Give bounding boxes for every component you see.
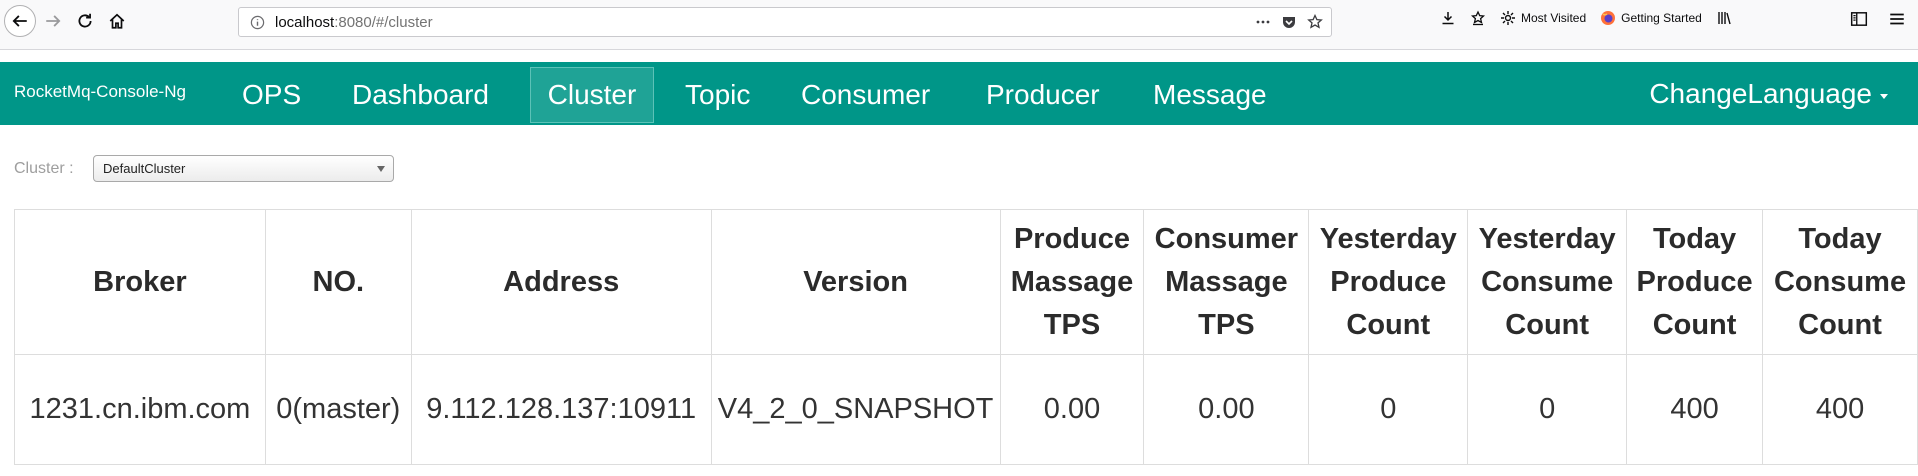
more-actions-icon[interactable] [1255,14,1271,30]
column-header-broker: Broker [14,209,266,355]
url-actions [1255,14,1323,30]
cluster-select-value: DefaultCluster [103,161,186,176]
cell-version: V4_2_0_SNAPSHOT [710,354,1001,465]
gear-icon [1501,11,1515,25]
column-header-line: Produce [1636,265,1753,298]
nav-ops[interactable]: OPS [228,67,315,123]
url-bar[interactable]: localhost:8080/#/cluster [238,7,1332,37]
column-header-no: NO. [264,209,412,355]
column-header-line: Massage [1165,265,1288,298]
url-path: :8080/#/cluster [334,13,433,31]
chevron-down-icon [377,166,385,172]
nav-cluster[interactable]: Cluster [530,67,654,123]
column-header-produce-massage-tps: Produce Massage TPS [999,209,1145,355]
column-header-version: Version [710,209,1001,355]
nav-topic[interactable]: Topic [671,67,764,123]
bookmark-getting-started[interactable]: Getting Started [1600,10,1702,26]
home-icon [109,13,125,29]
column-header-yesterday-consume-count: Yesterday Consume Count [1467,209,1628,355]
column-header-line: Yesterday [1478,222,1616,255]
cell-produce-massage-tps: 0.00 [999,354,1145,465]
column-header-line: Produce [1330,265,1447,298]
sidebar-icon[interactable] [1850,10,1870,30]
column-header-yesterday-produce-count: Yesterday Produce Count [1308,209,1469,355]
column-header-line: TPS [1043,308,1101,341]
arrow-left-icon [12,15,27,27]
forward-button[interactable] [38,6,68,36]
nav-consumer[interactable]: Consumer [787,67,944,123]
cell-yesterday-produce-count: 0 [1308,354,1469,465]
library-icon[interactable] [1716,10,1732,26]
cell-broker: 1231.cn.ibm.com [14,354,266,465]
table-header-row: Broker NO. Address Version Produce Massage TPS… [14,209,1918,355]
starred-bookmarks-icon[interactable] [1470,10,1486,26]
column-header-consumer-massage-tps: Consumer Massage TPS [1143,209,1310,355]
home-button[interactable] [102,6,132,36]
column-header-line: Count [1652,308,1737,341]
bookmark-label: Most Visited [1521,11,1587,25]
cell-address: 9.112.128.137:10911 [410,354,712,465]
downloads-icon[interactable] [1440,10,1456,26]
nav-dashboard[interactable]: Dashboard [338,67,503,123]
cell-no: 0(master) [264,354,412,465]
pocket-icon[interactable] [1281,14,1297,30]
bookmark-label: Getting Started [1621,11,1702,25]
brand-link[interactable]: RocketMq-Console-Ng [14,82,186,102]
column-header-line: Produce [1013,222,1130,255]
column-header-line: Today [1652,222,1737,255]
info-icon[interactable] [245,10,269,34]
column-header-line: Today [1798,222,1882,255]
hamburger-menu-icon[interactable] [1888,10,1908,30]
column-header-address: Address [410,209,712,355]
change-language-label: ChangeLanguage [1649,78,1872,109]
cell-yesterday-consume-count: 0 [1467,354,1628,465]
column-header-line: Consume [1773,265,1907,298]
column-header-line: Count [1346,308,1431,341]
change-language-dropdown[interactable]: ChangeLanguage [1649,78,1888,110]
column-header-line: Address [503,265,620,298]
app-navbar: RocketMq-Console-Ng OPS Dashboard Cluste… [0,62,1918,125]
column-header-line: TPS [1198,308,1255,341]
column-header-line: Consume [1481,265,1614,298]
column-header-line: Broker [93,265,187,298]
url-host: localhost [275,13,335,31]
browser-toolbar: localhost:8080/#/cluster Most Visited Ge… [0,0,1918,50]
reload-icon [78,13,92,28]
column-header-line: Yesterday [1319,222,1457,255]
column-header-line: Version [803,265,908,298]
arrow-right-icon [46,15,61,27]
toolbar-right: Most Visited Getting Started [1440,10,1732,26]
cluster-select[interactable]: DefaultCluster [93,155,394,182]
nav-message[interactable]: Message [1139,67,1281,123]
column-header-line: Massage [1010,265,1134,298]
nav-producer[interactable]: Producer [972,67,1114,123]
bookmark-most-visited[interactable]: Most Visited [1500,10,1586,26]
column-header-line: Count [1505,308,1590,341]
cell-consumer-massage-tps: 0.00 [1143,354,1310,465]
column-header-line: Count [1798,308,1882,341]
column-header-today-consume-count: Today Consume Count [1762,209,1918,355]
back-button[interactable] [4,5,36,37]
firefox-icon [1601,11,1616,25]
column-header-line: NO. [312,265,365,298]
cluster-label: Cluster : [14,160,74,177]
url-text[interactable]: localhost:8080/#/cluster [275,14,1255,31]
caret-down-icon [1880,93,1888,99]
reload-button[interactable] [70,6,100,36]
cell-today-produce-count: 400 [1626,354,1764,465]
broker-table: Broker NO. Address Version Produce Massage TPS… [14,209,1918,465]
column-header-line: Consumer [1154,222,1299,255]
table-row: 1231.cn.ibm.com 0(master) 9.112.128.137:10… [14,354,1918,465]
column-header-today-produce-count: Today Produce Count [1626,209,1764,355]
bookmark-star-icon[interactable] [1307,14,1323,30]
cell-today-consume-count: 400 [1762,354,1918,465]
